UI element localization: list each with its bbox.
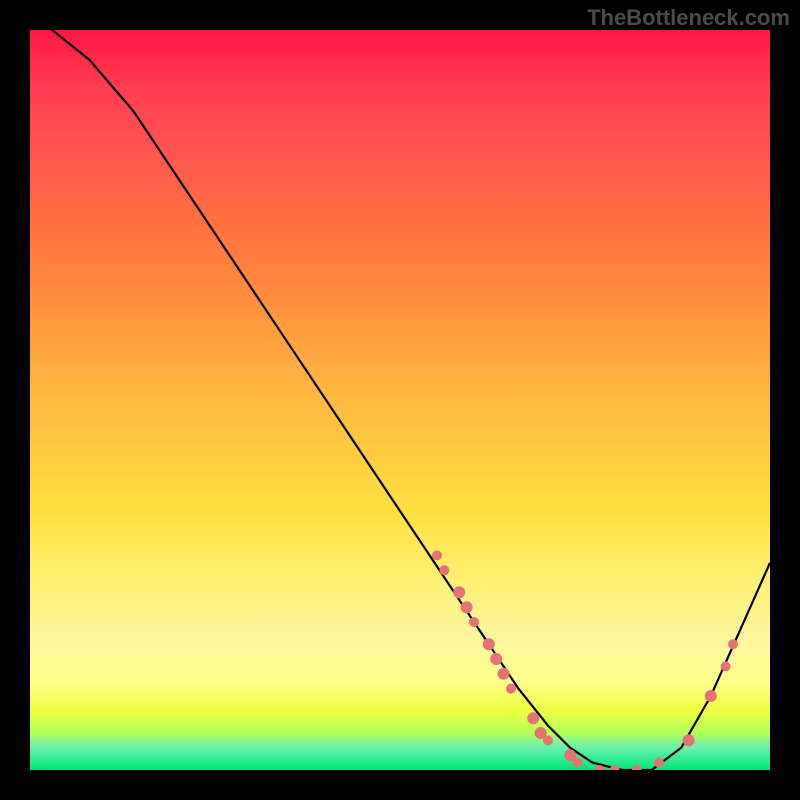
data-point [490,653,502,665]
data-markers [432,550,738,770]
data-point [573,758,583,768]
data-point [432,550,442,560]
data-point [564,749,576,761]
bottleneck-curve [52,30,770,770]
data-point [535,727,547,739]
data-point [728,639,738,649]
data-point [461,601,473,613]
data-point [705,690,717,702]
data-point [543,735,553,745]
data-point [439,565,449,575]
watermark-text: TheBottleneck.com [587,5,790,31]
data-point [654,758,664,768]
data-point [527,712,539,724]
data-point [610,765,620,770]
data-point [683,734,695,746]
data-point [632,765,642,770]
data-point [483,638,495,650]
data-point [595,765,605,770]
chart-svg [30,30,770,770]
data-point [469,617,479,627]
data-point [506,684,516,694]
chart-canvas [30,30,770,770]
data-point [721,661,731,671]
data-point [453,586,465,598]
data-point [498,668,510,680]
